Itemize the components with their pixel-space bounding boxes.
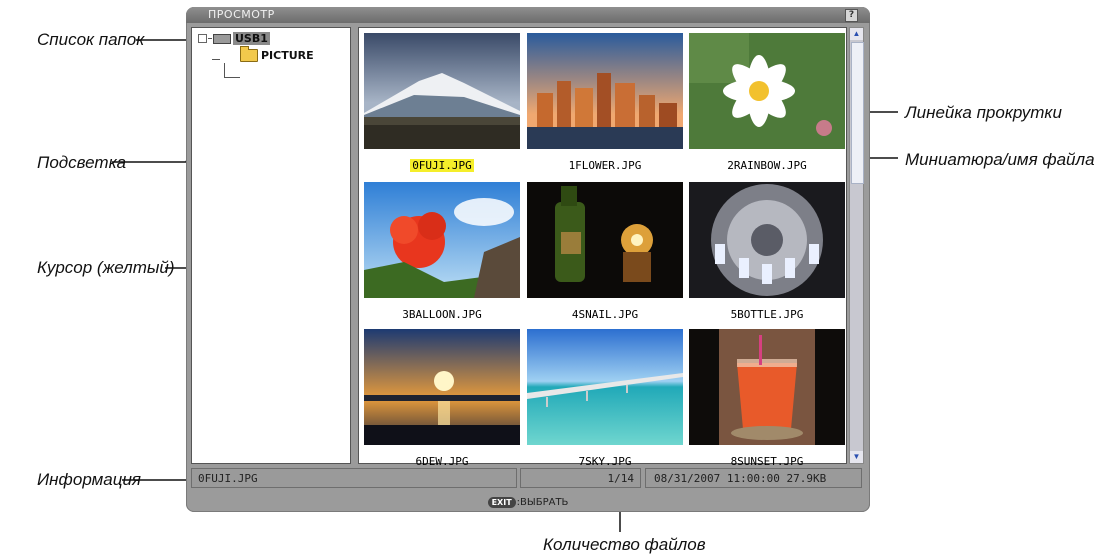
thumbnail-image-city [527,33,683,149]
thumbnail-image-mount-fuji [364,33,520,149]
thumbnail-image-hibiscus [364,182,520,298]
scrollbar[interactable]: ▲ ▼ [849,27,864,464]
drive-icon [213,33,231,44]
thumbnail-image-bridge-sea [527,329,683,445]
file-name-cursor: 0FUJI.JPG [410,159,474,172]
folder-label: PICTURE [261,49,314,62]
file-name: 3BALLOON.JPG [402,308,482,321]
tree-connector [224,77,240,78]
tree-connector [224,63,225,77]
title-bar: ПРОСМОТР ? [186,7,870,23]
folder-icon [240,46,258,62]
footer-hint: EXIT:ВЫБРАТЬ [186,494,870,512]
info-file-count: 1/14 [520,468,641,488]
folder-label-highlighted: USB1 [233,32,270,45]
help-button[interactable]: ? [845,9,858,22]
exit-button-icon: EXIT [487,497,516,508]
info-date-size: 08/31/2007 11:00:00 27.9KB [645,468,862,488]
thumbnail-image-sunset-sea [364,329,520,445]
scroll-down-icon[interactable]: ▼ [850,451,863,463]
tree-connector [208,38,212,39]
thumbnail-item[interactable]: 2RAINBOW.JPG [689,33,845,173]
file-name: 4SNAIL.JPG [571,308,639,321]
thumbnail-image-bottle-candle [527,182,683,298]
thumbnail-image-drink-glass [689,329,845,445]
scroll-up-icon[interactable]: ▲ [850,28,863,40]
file-name: 1FLOWER.JPG [568,159,642,172]
file-name: 6DEW.JPG [415,455,469,468]
footer-action-label: :ВЫБРАТЬ [516,497,569,508]
file-name: 8SUNSET.JPG [730,455,804,468]
info-file-name: 0FUJI.JPG [191,468,517,488]
folder-item-picture[interactable]: PICTURE [240,46,314,62]
thumbnail-item[interactable]: 8SUNSET.JPG [689,329,845,469]
thumbnail-image-cosmos-flower [689,33,845,149]
thumbnail-item[interactable]: 3BALLOON.JPG [364,182,520,322]
folder-list-pane: USB1 PICTURE [191,27,351,464]
collapse-icon[interactable] [198,34,207,43]
folder-item-usb1[interactable]: USB1 [198,32,270,45]
tree-connector [212,59,220,60]
window-title: ПРОСМОТР [208,8,275,21]
file-name: 7SKY.JPG [578,455,632,468]
thumbnail-item[interactable]: 7SKY.JPG [527,329,683,469]
thumbnail-item[interactable]: 6DEW.JPG [364,329,520,469]
file-name: 2RAINBOW.JPG [727,159,807,172]
file-name: 5BOTTLE.JPG [730,308,804,321]
viewer-window: ПРОСМОТР ? USB1 PICTURE 0FUJI.JPG 1FLOWE… [186,7,870,512]
scrollbar-thumb[interactable] [851,42,864,184]
thumbnail-grid: 0FUJI.JPG 1FLOWER.JPG 2RAINBOW.JPG 3BALL… [358,27,847,468]
thumbnail-item[interactable]: 0FUJI.JPG [364,33,520,173]
thumbnail-item[interactable]: 4SNAIL.JPG [527,182,683,322]
thumbnail-image-dome [689,182,845,298]
thumbnail-item[interactable]: 1FLOWER.JPG [527,33,683,173]
thumbnail-item[interactable]: 5BOTTLE.JPG [689,182,845,322]
